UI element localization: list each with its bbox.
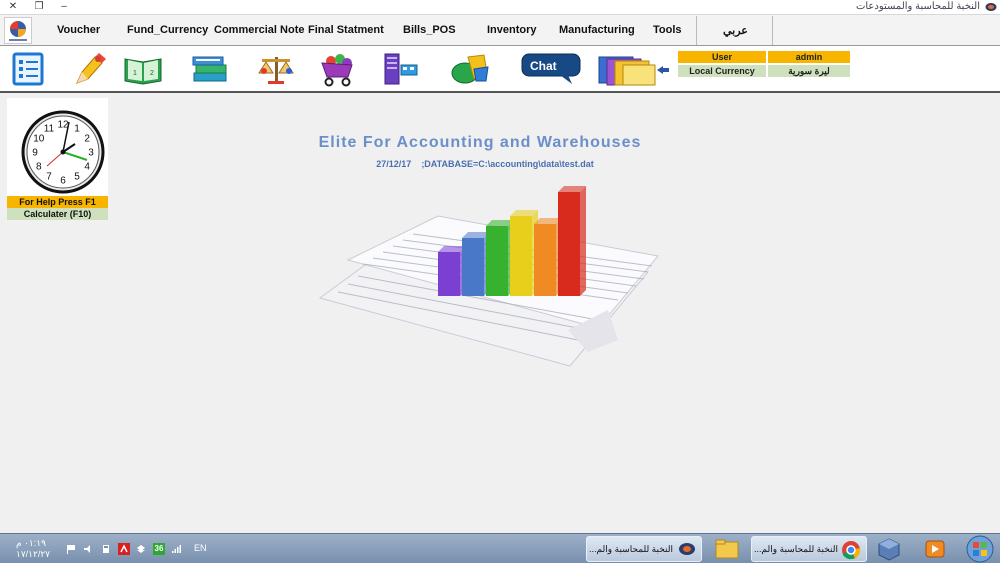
clock-numeral: 7 [46, 172, 52, 183]
menu-inventory[interactable]: Inventory [487, 24, 537, 36]
taskbar-app-label: النخبة للمحاسبة والم... [754, 544, 838, 554]
menu-fund-currency[interactable]: Fund_Currency [127, 24, 208, 36]
clock-numeral: 9 [32, 148, 38, 159]
bar-chart-illustration [318, 186, 659, 367]
taskbar-clock[interactable]: ٠١:١٩ م ١٧/١٢/٢٧ [16, 538, 50, 560]
balance-scale-icon[interactable] [256, 51, 296, 87]
clock-numeral: 11 [44, 123, 55, 134]
close-button[interactable]: ✕ [5, 0, 21, 14]
user-value: admin [768, 51, 850, 63]
menu-final-statement[interactable]: Final Statment [308, 24, 384, 36]
clock-numeral: 1 [74, 123, 80, 134]
menu-tools[interactable]: Tools [653, 24, 682, 36]
menu-bar: Voucher Fund_Currency Commercial Note Fi… [0, 15, 1000, 46]
chat-icon[interactable]: Chat [520, 51, 584, 87]
svg-text:2: 2 [150, 70, 154, 77]
clock-numeral: 5 [74, 172, 80, 183]
dropbox-icon[interactable] [136, 544, 146, 554]
clock-panel: 12 1 2 3 4 5 6 7 8 9 10 11 For Help Press F1 Calcul… [7, 98, 108, 222]
clock-numeral: 6 [60, 176, 66, 187]
restore-button[interactable]: ❐ [31, 0, 47, 14]
illustration-bar [534, 218, 562, 296]
signal-icon[interactable] [171, 544, 181, 554]
taskbar: ٠١:١٩ م ١٧/١٢/٢٧ 36 EN النخبة للمحاسبة و… [0, 533, 1000, 563]
calculator-button[interactable]: Calculater (F10) [7, 208, 108, 220]
shapes-icon[interactable] [450, 51, 490, 87]
currency-label: Local Currency [678, 65, 766, 77]
start-button-icon[interactable] [964, 535, 996, 563]
clock-numeral: 2 [84, 134, 90, 145]
currency-value: ليرة سورية [768, 65, 850, 77]
clock-face-bg: 12 1 2 3 4 5 6 7 8 9 10 11 [7, 98, 108, 196]
user-label: User [678, 51, 766, 63]
taskbar-app-button-2[interactable]: النخبة للمحاسبة والم... [751, 536, 867, 562]
database-info: 27/12/17 ;DATABASE=C:\accounting\data\te… [280, 159, 690, 169]
clock-numeral: 8 [36, 162, 42, 173]
checklist-icon[interactable] [8, 51, 48, 87]
taskbar-time: ٠١:١٩ م [16, 538, 46, 548]
shopping-cart-icon[interactable] [318, 51, 358, 87]
menu-voucher[interactable]: Voucher [57, 24, 100, 36]
clock-numeral: 4 [84, 162, 90, 173]
menu-manufacturing[interactable]: Manufacturing [559, 24, 635, 36]
chrome-icon [842, 541, 861, 560]
session-date: 27/12/17 [376, 159, 412, 169]
menu-separator [696, 16, 697, 45]
antivirus-icon[interactable] [118, 543, 130, 555]
app-logo[interactable] [4, 17, 32, 44]
chat-label: Chat [530, 59, 557, 73]
virtualbox-icon[interactable] [876, 537, 902, 561]
books-stack-icon[interactable] [190, 51, 230, 87]
server-icon[interactable] [381, 51, 421, 87]
media-player-icon[interactable] [922, 537, 948, 561]
illustration-bar [486, 220, 514, 296]
clock-numeral: 10 [33, 134, 45, 145]
menu-separator [772, 16, 773, 45]
app-icon [985, 3, 997, 11]
illustration-bar [438, 246, 466, 296]
illustration-bar [558, 186, 586, 296]
download-count-badge[interactable]: 36 [153, 543, 165, 555]
logo-cube-icon [9, 21, 27, 41]
app-window-icon [679, 543, 695, 555]
svg-text:1: 1 [133, 70, 137, 77]
database-path: ;DATABASE=C:\accounting\data\test.dat [421, 159, 594, 169]
file-explorer-icon[interactable] [714, 537, 740, 561]
help-hint: For Help Press F1 [7, 196, 108, 208]
toolbar: 1 2 Chat User admin Local Currency ليرة … [0, 46, 1000, 93]
flag-icon[interactable] [66, 544, 76, 554]
book-icon[interactable]: 1 2 [123, 51, 163, 87]
menu-bills-pos[interactable]: Bills_POS [403, 24, 456, 36]
folders-icon[interactable] [597, 51, 671, 87]
app-heading: Elite For Accounting and Warehouses [318, 134, 642, 151]
title-bar: ✕ ❐ – النخبة للمحاسبة والمستودعات [0, 0, 1000, 15]
taskbar-date: ١٧/١٢/٢٧ [16, 549, 51, 559]
language-indicator[interactable]: EN [194, 543, 207, 553]
window-title: النخبة للمحاسبة والمستودعات [855, 1, 980, 12]
taskbar-app-button-1[interactable]: النخبة للمحاسبة والم... [586, 536, 702, 562]
volume-icon[interactable] [83, 544, 93, 554]
clock-numeral: 3 [88, 148, 94, 159]
pencil-icon[interactable] [69, 51, 109, 87]
minimize-button[interactable]: – [56, 0, 72, 14]
taskbar-app-label: النخبة للمحاسبة والم... [589, 544, 673, 554]
illustration-bar [462, 232, 490, 296]
illustration-bar [510, 210, 538, 296]
menu-commercial-note[interactable]: Commercial Note [214, 24, 304, 36]
analog-clock: 12 1234567891011 [21, 110, 105, 194]
menu-arabic[interactable]: عربي [723, 24, 748, 37]
usb-icon[interactable] [101, 544, 111, 554]
